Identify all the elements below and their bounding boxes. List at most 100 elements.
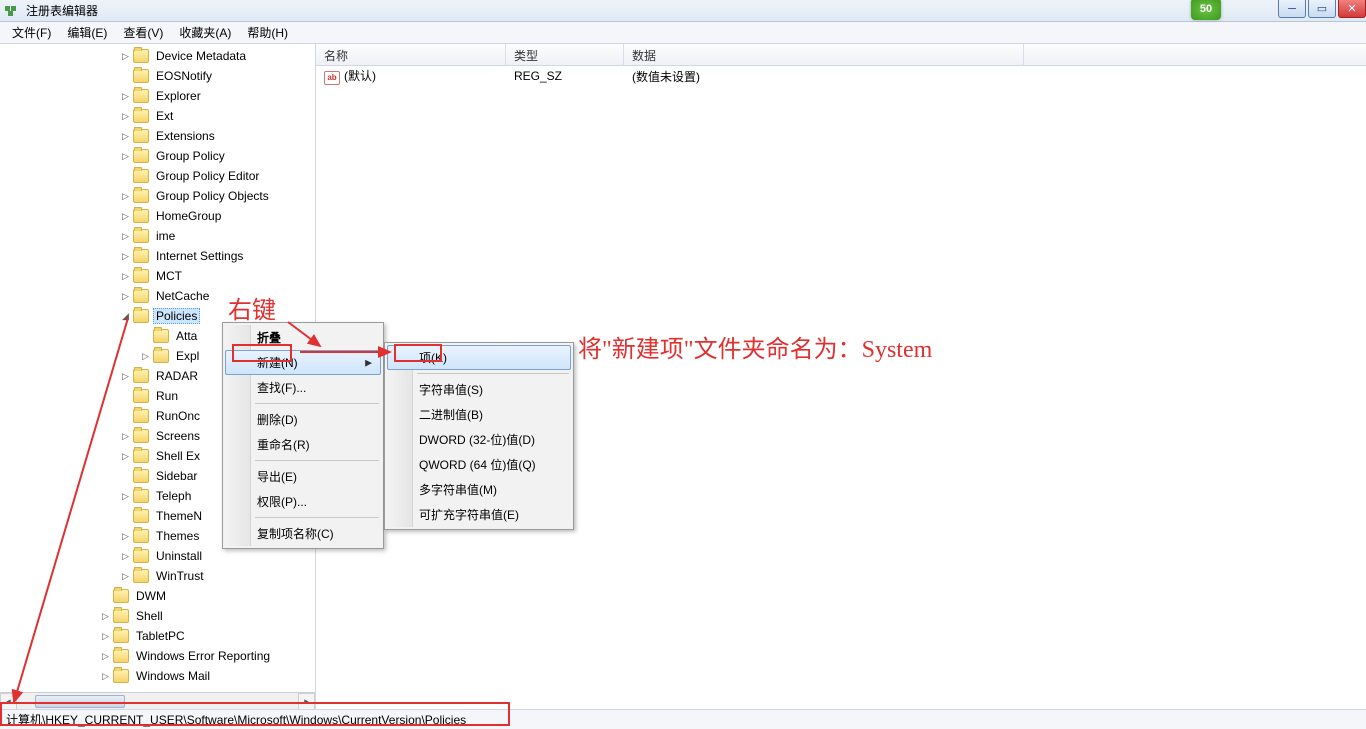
folder-icon — [133, 489, 149, 503]
expand-icon[interactable]: ▷ — [120, 371, 131, 382]
context-menu-item[interactable]: DWORD (32-位)值(D) — [387, 427, 571, 452]
tree-item[interactable]: ▷TabletPC — [0, 626, 315, 646]
folder-icon — [133, 409, 149, 423]
expand-icon[interactable]: ▷ — [140, 351, 151, 362]
folder-icon — [133, 369, 149, 383]
folder-icon — [153, 349, 169, 363]
no-toggle — [120, 391, 131, 402]
expand-icon[interactable]: ▷ — [120, 491, 131, 502]
folder-icon — [133, 189, 149, 203]
column-header[interactable]: 名称 — [316, 44, 506, 65]
no-toggle — [100, 591, 111, 602]
expand-icon[interactable]: ▷ — [120, 531, 131, 542]
context-menu-item[interactable]: 查找(F)... — [225, 375, 381, 400]
tree-item[interactable]: ▷Internet Settings — [0, 246, 315, 266]
tree-item[interactable]: ▷Extensions — [0, 126, 315, 146]
tree-item-label: Windows Error Reporting — [133, 648, 273, 664]
tree-horizontal-scrollbar[interactable]: ◂ ▸ — [0, 692, 315, 709]
context-menu-item[interactable]: 可扩充字符串值(E) — [387, 502, 571, 527]
context-menu-item[interactable]: 二进制值(B) — [387, 402, 571, 427]
folder-icon — [133, 169, 149, 183]
context-menu-item[interactable]: 导出(E) — [225, 464, 381, 489]
expand-icon[interactable]: ▷ — [120, 451, 131, 462]
context-menu-item[interactable]: 重命名(R) — [225, 432, 381, 457]
expand-icon[interactable]: ▷ — [120, 551, 131, 562]
maximize-button[interactable]: ▭ — [1308, 0, 1336, 18]
context-menu-item[interactable]: QWORD (64 位)值(Q) — [387, 452, 571, 477]
scroll-right-arrow-icon[interactable]: ▸ — [298, 693, 315, 710]
close-button[interactable]: ✕ — [1338, 0, 1366, 18]
column-header[interactable]: 类型 — [506, 44, 624, 65]
expand-icon[interactable]: ▷ — [120, 131, 131, 142]
tree-item[interactable]: ▷Shell — [0, 606, 315, 626]
annotation-instruction: 将"新建项"文件夹命名为：System — [578, 329, 932, 364]
tree-item[interactable]: ▷Windows Mail — [0, 666, 315, 686]
folder-icon — [133, 249, 149, 263]
expand-icon[interactable]: ▷ — [120, 231, 131, 242]
list-row[interactable]: ab(默认)REG_SZ(数值未设置) — [316, 66, 1366, 86]
list-body[interactable]: ab(默认)REG_SZ(数值未设置) — [316, 66, 1366, 86]
menu-item[interactable]: 收藏夹(A) — [171, 22, 239, 43]
tree-item[interactable]: ▷ime — [0, 226, 315, 246]
context-menu-item[interactable]: 字符串值(S) — [387, 377, 571, 402]
string-value-icon: ab — [324, 71, 340, 85]
tree-item-label: ThemeN — [153, 508, 205, 524]
tree-item[interactable]: ▷Group Policy Objects — [0, 186, 315, 206]
folder-icon — [133, 89, 149, 103]
expand-icon[interactable]: ▷ — [120, 251, 131, 262]
tree-item[interactable]: ▷WinTrust — [0, 566, 315, 586]
context-menu-item[interactable]: 新建(N)▶ — [225, 350, 381, 375]
expand-icon[interactable]: ▷ — [120, 91, 131, 102]
tree-item[interactable]: DWM — [0, 586, 315, 606]
value-data: (数值未设置) — [624, 66, 708, 87]
expand-icon[interactable]: ▷ — [100, 651, 111, 662]
expand-icon[interactable]: ▷ — [120, 191, 131, 202]
expand-icon[interactable]: ▷ — [120, 571, 131, 582]
tree-item[interactable]: ▷MCT — [0, 266, 315, 286]
context-menu-new[interactable]: 项(K) 字符串值(S)二进制值(B)DWORD (32-位)值(D)QWORD … — [384, 342, 574, 530]
expand-icon[interactable]: ▷ — [120, 111, 131, 122]
expand-icon[interactable]: ▷ — [100, 671, 111, 682]
folder-icon — [113, 649, 129, 663]
context-menu-item[interactable]: 折叠 — [225, 325, 381, 350]
menu-item[interactable]: 查看(V) — [115, 22, 171, 43]
tree-item[interactable]: ▷HomeGroup — [0, 206, 315, 226]
expand-icon[interactable]: ▷ — [100, 611, 111, 622]
scroll-left-arrow-icon[interactable]: ◂ — [0, 693, 17, 710]
tree-item[interactable]: ▷Group Policy — [0, 146, 315, 166]
folder-icon — [133, 49, 149, 63]
menu-separator — [255, 403, 379, 404]
expand-icon[interactable]: ▷ — [120, 211, 131, 222]
folder-icon — [133, 109, 149, 123]
tree-item-label: Sidebar — [153, 468, 200, 484]
expand-icon[interactable]: ▷ — [120, 291, 131, 302]
tree-item-label: Device Metadata — [153, 48, 249, 64]
context-menu-item[interactable]: 项(K) — [387, 345, 571, 370]
context-menu-item[interactable]: 复制项名称(C) — [225, 521, 381, 546]
tree-item[interactable]: ▷Uninstall — [0, 546, 315, 566]
context-menu-item[interactable]: 权限(P)... — [225, 489, 381, 514]
context-menu-item[interactable]: 删除(D) — [225, 407, 381, 432]
expand-icon[interactable]: ▷ — [120, 51, 131, 62]
tree-item[interactable]: ▷Ext — [0, 106, 315, 126]
tree-item[interactable]: EOSNotify — [0, 66, 315, 86]
tree-item[interactable]: ▷Explorer — [0, 86, 315, 106]
status-path: 计算机\HKEY_CURRENT_USER\Software\Microsoft… — [6, 711, 466, 728]
expand-icon[interactable]: ▷ — [120, 151, 131, 162]
no-toggle — [120, 511, 131, 522]
menu-item[interactable]: 文件(F) — [4, 22, 59, 43]
menu-item[interactable]: 编辑(E) — [59, 22, 115, 43]
scroll-thumb[interactable] — [35, 695, 125, 708]
collapse-icon[interactable]: ◢ — [120, 311, 131, 322]
context-menu-main[interactable]: 折叠新建(N)▶查找(F)... 删除(D)重命名(R) 导出(E)权限(P)...… — [222, 322, 384, 549]
tree-item[interactable]: ▷ Device Metadata — [0, 46, 315, 66]
expand-icon[interactable]: ▷ — [120, 431, 131, 442]
column-header[interactable]: 数据 — [624, 44, 1024, 65]
tree-item[interactable]: ▷ Windows Error Reporting — [0, 646, 315, 666]
expand-icon[interactable]: ▷ — [100, 631, 111, 642]
tree-item[interactable]: Group Policy Editor — [0, 166, 315, 186]
minimize-button[interactable]: ─ — [1278, 0, 1306, 18]
menu-item[interactable]: 帮助(H) — [239, 22, 296, 43]
expand-icon[interactable]: ▷ — [120, 271, 131, 282]
context-menu-item[interactable]: 多字符串值(M) — [387, 477, 571, 502]
